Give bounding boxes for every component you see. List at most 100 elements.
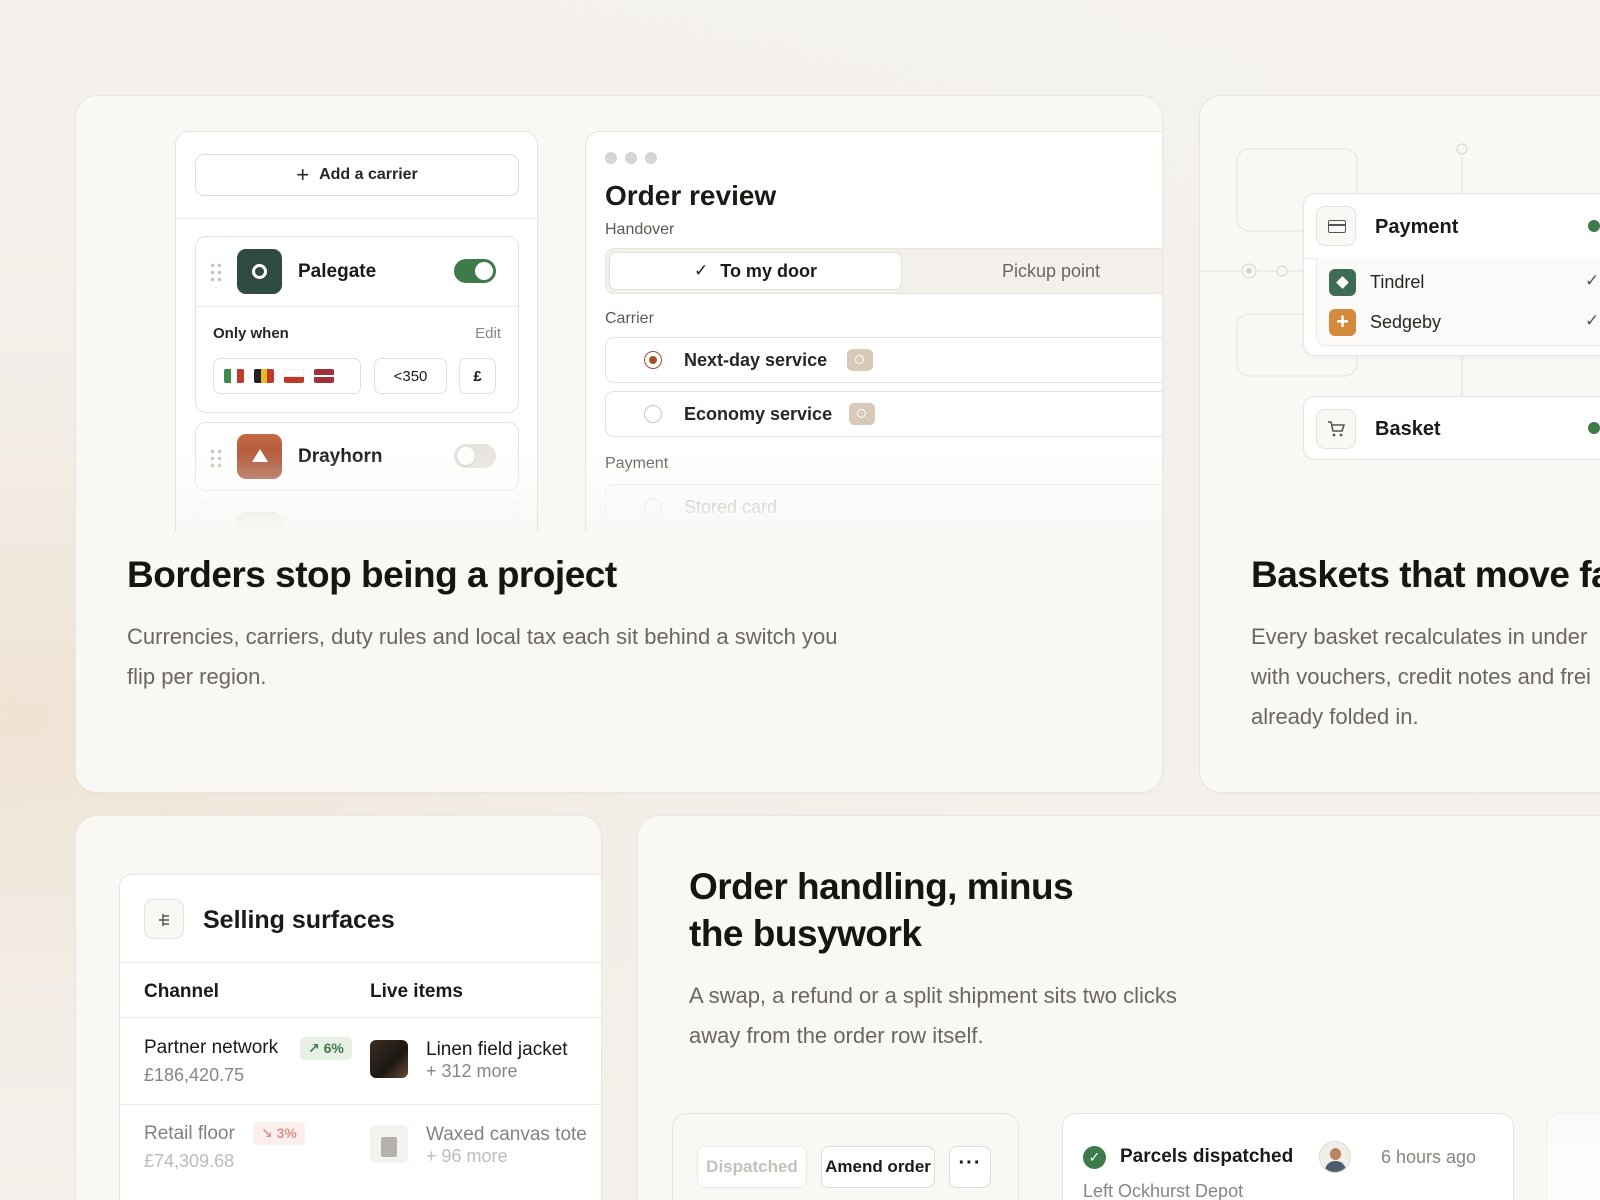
carrier-name: Palegate xyxy=(298,261,377,282)
event-time: 6 hours ago xyxy=(1381,1147,1477,1167)
product-thumbnail xyxy=(370,1125,408,1163)
handover-option-label: To my door xyxy=(720,260,817,281)
flag-italy-icon xyxy=(224,369,244,383)
body-line: away from the order row itself. xyxy=(689,1023,984,1048)
hierarchy-icon xyxy=(144,899,184,939)
edit-link[interactable]: Edit xyxy=(475,325,501,342)
order-review-title: Order review xyxy=(605,180,777,211)
provider-list: Tindrel ✓ + Sedgeby ✓ xyxy=(1316,258,1600,346)
basket-node[interactable]: Basket xyxy=(1303,396,1600,460)
payment-option-label: Stored card xyxy=(684,497,778,517)
amend-order-button[interactable]: Amend order xyxy=(821,1146,935,1188)
event-subtitle: Left Ockhurst Depot xyxy=(1083,1181,1244,1200)
feature-card-selling: Selling surfaces Channel Live items Part… xyxy=(75,815,602,1200)
region-flags[interactable] xyxy=(213,358,361,394)
carrier-label: Carrier xyxy=(605,310,654,327)
check-icon: ✓ xyxy=(1585,271,1600,290)
feature-card-orders: Order handling, minus the busywork A swa… xyxy=(637,815,1600,1200)
card-body: Every basket recalculates in under with … xyxy=(1251,624,1591,729)
flag-latvia-icon xyxy=(314,369,334,383)
diamond-icon xyxy=(1329,269,1356,296)
drayhorn-toggle[interactable] xyxy=(454,444,496,468)
carrier-item-palegate[interactable]: Palegate Only when Edit <350 £ xyxy=(195,236,519,413)
drayhorn-logo xyxy=(237,434,282,479)
threshold-chip[interactable]: <350 xyxy=(374,358,447,394)
body-line: A swap, a refund or a split shipment sit… xyxy=(689,983,1177,1008)
channel-name: Partner network xyxy=(144,1037,279,1058)
circle-icon xyxy=(252,264,267,279)
flag-belgium-icon xyxy=(254,369,274,383)
carrier-item-faded xyxy=(195,500,519,531)
radio-selected-icon xyxy=(644,351,662,369)
provider-name: Sedgeby xyxy=(1370,312,1442,332)
carriers-panel: + Add a carrier Palegate Only when Edit xyxy=(175,131,538,531)
amend-order-label: Amend order xyxy=(825,1157,931,1176)
timeline-event[interactable]: ✓ Parcels dispatched 6 hours ago Left Oc… xyxy=(1062,1113,1514,1200)
handover-segmented: ✓ To my door Pickup point xyxy=(605,248,1162,294)
provider-name: Tindrel xyxy=(1370,272,1425,292)
status-dot-icon xyxy=(1588,422,1600,434)
more-options-button[interactable]: ··· xyxy=(949,1146,991,1188)
status-dot-icon xyxy=(1588,220,1600,232)
order-review-panel: Order review Handover ✓ To my door Picku… xyxy=(585,131,1162,531)
selling-surfaces-panel: Selling surfaces Channel Live items Part… xyxy=(119,874,601,1200)
radio-unselected-icon xyxy=(644,498,662,516)
handover-option-pickup[interactable]: Pickup point xyxy=(906,252,1162,290)
handover-label: Handover xyxy=(605,221,675,238)
headline-line: the busywork xyxy=(689,913,922,954)
window-dot xyxy=(625,152,637,164)
feature-card-baskets: Payment Tindrel ✓ + Sedgeby ✓ Basket Bas… xyxy=(1199,95,1600,793)
provider-item-sedgeby[interactable]: + Sedgeby ✓ xyxy=(1329,309,1600,337)
service-option-economy[interactable]: Economy service xyxy=(605,391,1162,437)
card-body: Currencies, carriers, duty rules and loc… xyxy=(127,624,838,689)
status-chip-label: Dispatched xyxy=(706,1157,798,1176)
currency-chip[interactable]: £ xyxy=(459,358,496,394)
card-body: A swap, a refund or a split shipment sit… xyxy=(689,976,1177,1056)
column-header-channel: Channel xyxy=(144,981,219,1002)
status-chip: Dispatched xyxy=(697,1146,807,1188)
add-carrier-label: Add a carrier xyxy=(319,166,418,183)
window-dot xyxy=(645,152,657,164)
headline-line: Order handling, minus xyxy=(689,866,1074,907)
plus-icon: + xyxy=(1329,309,1356,336)
cart-icon xyxy=(1316,409,1356,449)
event-title: Parcels dispatched xyxy=(1120,1146,1294,1167)
card-icon xyxy=(1316,206,1356,246)
provider-item-tindrel[interactable]: Tindrel ✓ xyxy=(1329,269,1600,297)
item-more: + 312 more xyxy=(426,1061,518,1081)
arrow-up-right-icon: ↗ xyxy=(308,1040,320,1056)
service-badge-icon xyxy=(847,349,873,371)
table-row[interactable]: Partner network ↗ 6% £186,420.75 Linen f… xyxy=(120,1018,601,1104)
panel-title: Selling surfaces xyxy=(203,906,395,934)
service-badge-icon xyxy=(849,403,875,425)
ellipsis-icon: ··· xyxy=(958,1151,982,1174)
only-when-label: Only when xyxy=(213,325,289,342)
check-icon: ✓ xyxy=(1585,311,1600,330)
basket-title: Basket xyxy=(1375,418,1441,440)
handover-option-door[interactable]: ✓ To my door xyxy=(609,252,902,290)
item-name: Linen field jacket xyxy=(426,1039,568,1060)
triangle-icon xyxy=(252,449,268,462)
drag-handle-icon[interactable] xyxy=(209,448,223,468)
channel-amount: £186,420.75 xyxy=(144,1065,245,1085)
palegate-toggle[interactable] xyxy=(454,259,496,283)
carrier-item-drayhorn[interactable]: Drayhorn xyxy=(195,422,519,491)
card-headline: Baskets that move fa xyxy=(1251,554,1600,595)
check-circle-icon: ✓ xyxy=(1083,1146,1106,1169)
payment-option-stored[interactable]: Stored card xyxy=(605,484,1162,530)
trend-up-badge: ↗ 6% xyxy=(300,1037,352,1060)
palegate-logo xyxy=(237,249,282,294)
card-headline: Order handling, minus the busywork xyxy=(689,863,1074,957)
product-thumbnail xyxy=(370,1040,408,1078)
arrow-down-right-icon: ↘ xyxy=(261,1125,273,1141)
payment-node[interactable]: Payment Tindrel ✓ + Sedgeby ✓ xyxy=(1303,193,1600,356)
add-carrier-button[interactable]: + Add a carrier xyxy=(195,154,519,196)
channel-name: Retail floor xyxy=(144,1123,235,1144)
drag-handle-icon[interactable] xyxy=(209,262,223,282)
threshold-value: <350 xyxy=(393,367,428,385)
service-name: Next-day service xyxy=(684,350,828,370)
table-row[interactable]: Retail floor ↘ 3% £74,309.68 Waxed canva… xyxy=(120,1105,601,1191)
avatar xyxy=(1319,1141,1351,1173)
service-option-nextday[interactable]: Next-day service xyxy=(605,337,1162,383)
channel-amount: £74,309.68 xyxy=(144,1151,235,1171)
